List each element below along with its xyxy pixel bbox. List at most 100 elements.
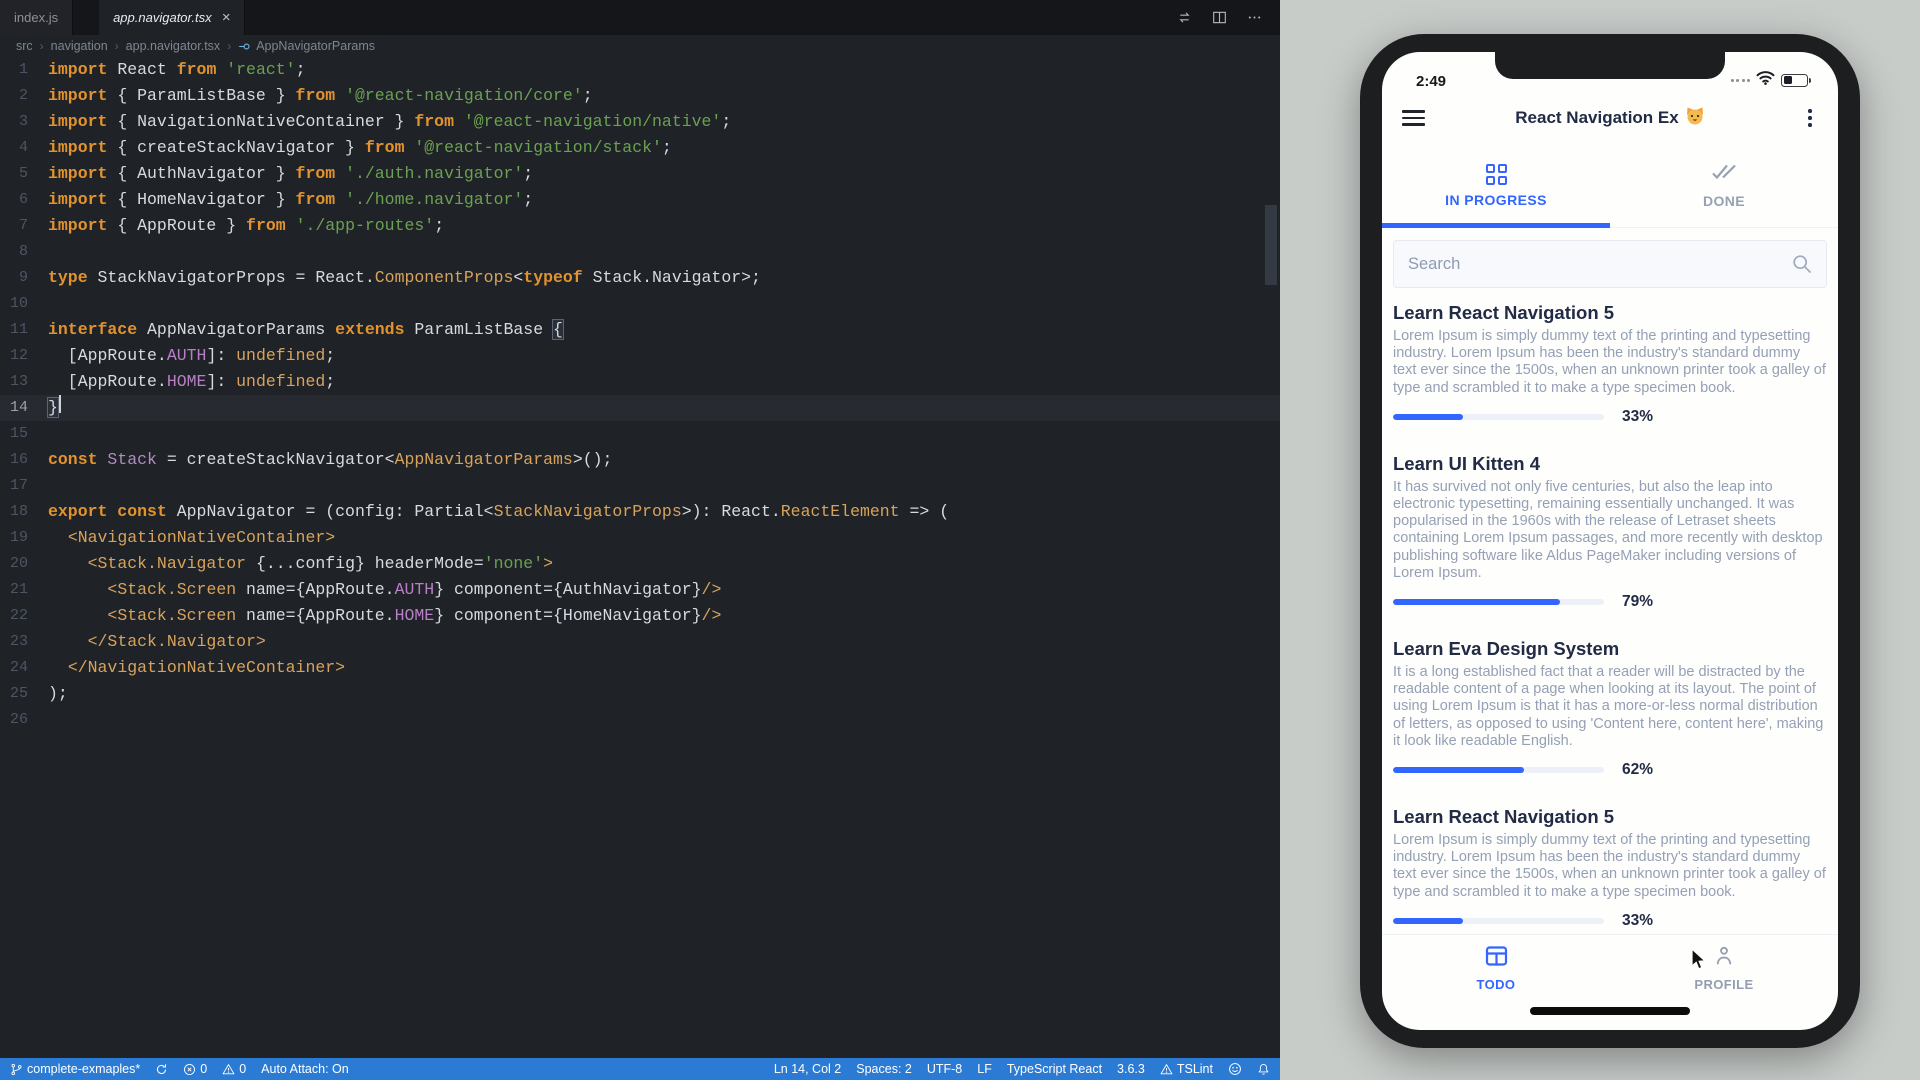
home-indicator[interactable]: [1530, 1007, 1690, 1015]
code-line-9[interactable]: 9type StackNavigatorProps = React.Compon…: [0, 265, 1280, 291]
breadcrumb-item[interactable]: src: [16, 39, 33, 53]
statusbar-item-auto-attach-on[interactable]: Auto Attach: On: [261, 1062, 349, 1076]
task-title: Learn UI Kitten 4: [1393, 453, 1827, 475]
task-card-4[interactable]: Learn React Navigation 5 Lorem Ipsum is s…: [1393, 806, 1827, 930]
statusbar-item-0[interactable]: 0: [183, 1062, 207, 1076]
code-line-16[interactable]: 16const Stack = createStackNavigator<App…: [0, 447, 1280, 473]
task-title: Learn Eva Design System: [1393, 638, 1827, 660]
statusbar-item-ln-14-col-2[interactable]: Ln 14, Col 2: [774, 1062, 841, 1076]
statusbar-item-label: 0: [239, 1062, 246, 1076]
tab-in-progress[interactable]: IN PROGRESS: [1382, 144, 1610, 227]
tab-label: index.js: [14, 10, 58, 25]
line-number: 22: [0, 603, 48, 629]
task-card-3[interactable]: Learn Eva Design System It is a long esta…: [1393, 638, 1827, 779]
search-placeholder: Search: [1408, 255, 1460, 274]
bottom-tab-todo[interactable]: TODO: [1382, 935, 1610, 1000]
mouse-cursor: [1690, 948, 1712, 977]
code-line-5[interactable]: 5import { AuthNavigator } from './auth.n…: [0, 161, 1280, 187]
code-line-18[interactable]: 18export const AppNavigator = (config: P…: [0, 499, 1280, 525]
statusbar-item-3-6-3[interactable]: 3.6.3: [1117, 1062, 1145, 1076]
line-number: 20: [0, 551, 48, 577]
code-editor[interactable]: 1import React from 'react';2import { Par…: [0, 57, 1280, 733]
more-actions-icon[interactable]: [1247, 10, 1262, 25]
statusbar-item-smiley-icon[interactable]: [1228, 1062, 1242, 1076]
statusbar-item-label: UTF-8: [927, 1062, 962, 1076]
editor-scrollbar[interactable]: [1265, 205, 1277, 285]
warning-icon: [1160, 1063, 1173, 1076]
code-line-14[interactable]: 14}: [0, 395, 1280, 421]
code-line-13[interactable]: 13 [AppRoute.HOME]: undefined;: [0, 369, 1280, 395]
breadcrumb[interactable]: src›navigation›app.navigator.tsx›AppNavi…: [0, 35, 1280, 57]
app-header: React Navigation Ex: [1382, 92, 1838, 144]
split-editor-icon[interactable]: [1212, 10, 1227, 25]
bottom-tab-bar: TODO PROFILE: [1382, 934, 1838, 1000]
editor-tab-bar: index.js app.navigator.tsx×: [0, 0, 1280, 35]
cat-emoji-icon: [1685, 106, 1705, 131]
bottom-tab-label: PROFILE: [1694, 977, 1753, 992]
task-description: Lorem Ipsum is simply dummy text of the …: [1393, 832, 1827, 901]
progress-bar-track: [1393, 414, 1604, 420]
statusbar-item-complete-exmaples-[interactable]: complete-exmaples*: [10, 1062, 140, 1076]
statusbar-item-spaces-2[interactable]: Spaces: 2: [856, 1062, 912, 1076]
code-line-4[interactable]: 4import { createStackNavigator } from '@…: [0, 135, 1280, 161]
code-line-21[interactable]: 21 <Stack.Screen name={AppRoute.AUTH} co…: [0, 577, 1280, 603]
code-line-17[interactable]: 17: [0, 473, 1280, 499]
code-line-23[interactable]: 23 </Stack.Navigator>: [0, 629, 1280, 655]
bottom-tab-profile[interactable]: PROFILE: [1610, 935, 1838, 1000]
code-line-15[interactable]: 15: [0, 421, 1280, 447]
code-line-7[interactable]: 7import { AppRoute } from './app-routes'…: [0, 213, 1280, 239]
line-content: [AppRoute.HOME]: undefined;: [48, 369, 335, 395]
code-line-1[interactable]: 1import React from 'react';: [0, 57, 1280, 83]
code-line-20[interactable]: 20 <Stack.Navigator {...config} headerMo…: [0, 551, 1280, 577]
tab-done[interactable]: DONE: [1610, 144, 1838, 227]
editor-tab-index-js[interactable]: index.js: [0, 0, 73, 35]
code-line-2[interactable]: 2import { ParamListBase } from '@react-n…: [0, 83, 1280, 109]
code-line-11[interactable]: 11interface AppNavigatorParams extends P…: [0, 317, 1280, 343]
tab-close-icon[interactable]: ×: [222, 10, 231, 25]
statusbar-item-label: complete-exmaples*: [27, 1062, 140, 1076]
phone-notch: [1495, 52, 1725, 79]
app-title: React Navigation Ex: [1382, 106, 1838, 131]
line-content: </NavigationNativeContainer>: [48, 655, 345, 681]
statusbar-item-0[interactable]: 0: [222, 1062, 246, 1076]
battery-icon: [1781, 74, 1808, 87]
code-line-25[interactable]: 25);: [0, 681, 1280, 707]
line-number: 3: [0, 109, 48, 135]
search-input[interactable]: Search: [1393, 240, 1827, 288]
statusbar-item-lf[interactable]: LF: [977, 1062, 992, 1076]
phone-screen: 2:49 React Navigation Ex: [1382, 52, 1838, 1030]
statusbar-item-tslint[interactable]: TSLint: [1160, 1062, 1213, 1076]
statusbar-item-typescript-react[interactable]: TypeScript React: [1007, 1062, 1102, 1076]
statusbar-item-sync-icon[interactable]: [155, 1063, 168, 1076]
code-line-22[interactable]: 22 <Stack.Screen name={AppRoute.HOME} co…: [0, 603, 1280, 629]
statusbar-item-bell-icon[interactable]: [1257, 1063, 1270, 1076]
task-description: It is a long established fact that a rea…: [1393, 664, 1827, 750]
statusbar-item-utf-8[interactable]: UTF-8: [927, 1062, 962, 1076]
breadcrumb-item[interactable]: navigation: [51, 39, 108, 53]
code-line-6[interactable]: 6import { HomeNavigator } from './home.n…: [0, 187, 1280, 213]
line-content: import { ParamListBase } from '@react-na…: [48, 83, 593, 109]
line-content: import { createStackNavigator } from '@r…: [48, 135, 672, 161]
git-branch-icon: [10, 1063, 23, 1076]
line-content: import { NavigationNativeContainer } fro…: [48, 109, 731, 135]
task-description: It has survived not only five centuries,…: [1393, 479, 1827, 582]
code-line-26[interactable]: 26: [0, 707, 1280, 733]
task-title: Learn React Navigation 5: [1393, 806, 1827, 828]
code-line-12[interactable]: 12 [AppRoute.AUTH]: undefined;: [0, 343, 1280, 369]
statusbar-item-label: 0: [200, 1062, 207, 1076]
statusbar-item-label: LF: [977, 1062, 992, 1076]
task-card-2[interactable]: Learn UI Kitten 4 It has survived not onl…: [1393, 453, 1827, 611]
progress-bar-track: [1393, 599, 1604, 605]
profile-icon: [1712, 944, 1736, 973]
statusbar-item-label: TypeScript React: [1007, 1062, 1102, 1076]
task-card-1[interactable]: Learn React Navigation 5Lorem Ipsum is s…: [1393, 302, 1827, 426]
breadcrumb-item[interactable]: app.navigator.tsx: [126, 39, 221, 53]
code-line-24[interactable]: 24 </NavigationNativeContainer>: [0, 655, 1280, 681]
code-line-3[interactable]: 3import { NavigationNativeContainer } fr…: [0, 109, 1280, 135]
editor-tab-app-navigator-tsx[interactable]: app.navigator.tsx×: [99, 0, 245, 35]
code-line-10[interactable]: 10: [0, 291, 1280, 317]
swap-icon[interactable]: [1177, 10, 1192, 25]
code-line-19[interactable]: 19 <NavigationNativeContainer>: [0, 525, 1280, 551]
code-line-8[interactable]: 8: [0, 239, 1280, 265]
breadcrumb-symbol[interactable]: AppNavigatorParams: [238, 39, 375, 53]
